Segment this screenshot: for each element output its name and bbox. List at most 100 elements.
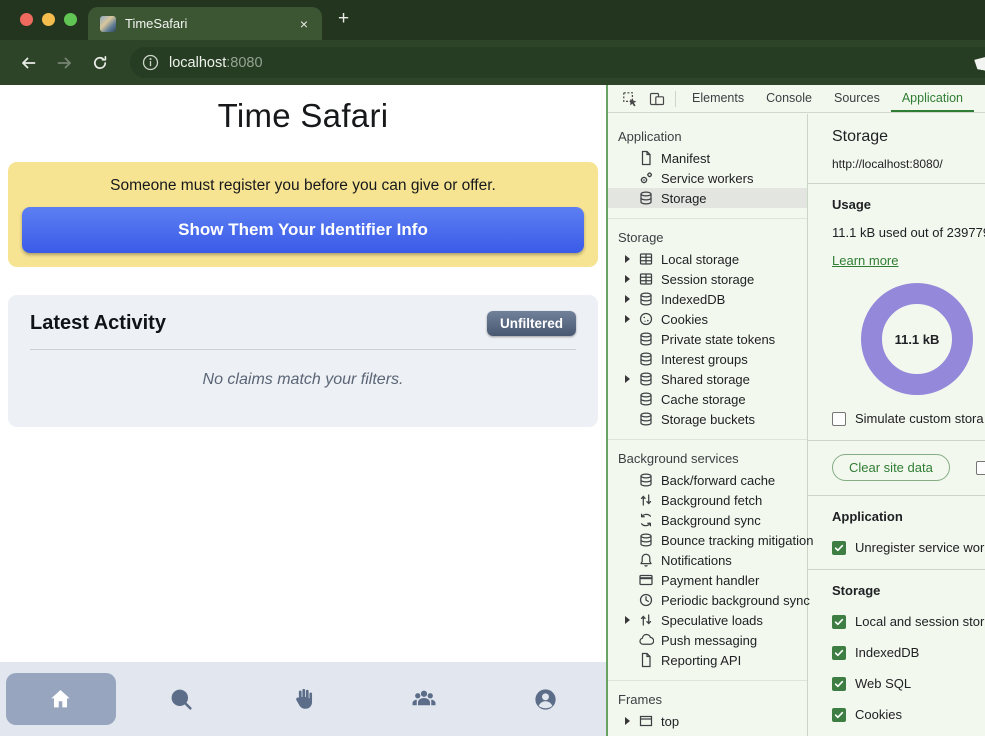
page-title: Time Safari <box>0 97 606 135</box>
table-icon <box>638 271 654 287</box>
payment-card-icon <box>638 572 654 588</box>
forward-button[interactable] <box>50 55 78 71</box>
nav-give[interactable] <box>242 686 363 712</box>
database-icon <box>638 391 654 407</box>
inspect-element-icon[interactable] <box>616 91 643 107</box>
tree-section-background-services: Background services Back/forward cache B… <box>608 439 807 680</box>
home-icon <box>47 686 74 713</box>
tree-item-speculative-loads[interactable]: Speculative loads <box>608 610 807 630</box>
learn-more-link[interactable]: Learn more <box>832 253 898 268</box>
usage-section: Usage 11.1 kB used out of 239779 Learn m… <box>808 183 985 440</box>
expand-arrow-icon[interactable] <box>625 255 630 263</box>
minimize-window-button[interactable] <box>42 13 55 26</box>
tab-favicon <box>100 16 116 32</box>
show-identifier-button[interactable]: Show Them Your Identifier Info <box>22 207 584 253</box>
tree-header: Storage <box>608 227 807 249</box>
url-bar[interactable]: localhost:8080 <box>130 47 985 78</box>
tab-sources[interactable]: Sources <box>823 85 891 112</box>
include-checkbox[interactable] <box>976 461 985 475</box>
tab-application[interactable]: Application <box>891 85 974 112</box>
local-session-storage-row: Local and session stor <box>832 614 985 629</box>
cookies-checkbox[interactable] <box>832 708 846 722</box>
new-tab-button[interactable]: + <box>338 8 349 30</box>
bottom-navigation <box>0 662 606 736</box>
tree-item-background-sync[interactable]: Background sync <box>608 510 807 530</box>
nav-home[interactable] <box>0 673 121 725</box>
nav-contacts[interactable] <box>364 684 485 714</box>
tree-item-reporting-api[interactable]: Reporting API <box>608 650 807 670</box>
database-icon <box>638 291 654 307</box>
cookie-icon <box>638 311 654 327</box>
simulate-storage-row: Simulate custom stora <box>832 411 985 426</box>
tree-item-storage-buckets[interactable]: Storage buckets <box>608 409 807 429</box>
tree-item-background-fetch[interactable]: Background fetch <box>608 490 807 510</box>
database-icon <box>638 351 654 367</box>
unregister-sw-row: Unregister service wor <box>832 540 985 555</box>
tab-title: TimeSafari <box>125 16 289 31</box>
expand-arrow-icon[interactable] <box>625 275 630 283</box>
local-session-storage-checkbox[interactable] <box>832 615 846 629</box>
browser-tab[interactable]: TimeSafari × <box>88 7 322 40</box>
tree-item-periodic-background-sync[interactable]: Periodic background sync <box>608 590 807 610</box>
tree-item-manifest[interactable]: Manifest <box>608 148 807 168</box>
expand-arrow-icon[interactable] <box>625 375 630 383</box>
back-button[interactable] <box>14 55 42 71</box>
tab-strip: TimeSafari × + <box>0 0 985 40</box>
tab-close-icon[interactable]: × <box>298 16 310 32</box>
tree-item-interest-groups[interactable]: Interest groups <box>608 349 807 369</box>
nav-search[interactable] <box>121 686 242 713</box>
frame-icon <box>638 713 654 729</box>
database-icon <box>638 472 654 488</box>
arrows-up-down-icon <box>638 612 654 628</box>
tree-item-local-storage[interactable]: Local storage <box>608 249 807 269</box>
site-info-icon[interactable] <box>142 54 159 71</box>
indexeddb-checkbox[interactable] <box>832 646 846 660</box>
gears-icon <box>638 170 654 186</box>
nav-profile[interactable] <box>485 686 606 713</box>
tab-console[interactable]: Console <box>755 85 823 112</box>
usage-heading: Usage <box>832 197 985 212</box>
device-toolbar-icon[interactable] <box>643 91 670 107</box>
indexeddb-row: IndexedDB <box>832 645 985 660</box>
tree-header: Frames <box>608 689 807 711</box>
application-section: Application Unregister service wor <box>808 495 985 569</box>
tree-item-push-messaging[interactable]: Push messaging <box>608 630 807 650</box>
url-host: localhost <box>169 55 226 71</box>
tab-elements[interactable]: Elements <box>681 85 755 112</box>
origin-url: http://localhost:8080/ <box>832 157 985 171</box>
expand-arrow-icon[interactable] <box>625 616 630 624</box>
expand-arrow-icon[interactable] <box>625 315 630 323</box>
expand-arrow-icon[interactable] <box>625 717 630 725</box>
tree-item-cookies[interactable]: Cookies <box>608 309 807 329</box>
bell-icon <box>638 552 654 568</box>
tree-item-payment-handler[interactable]: Payment handler <box>608 570 807 590</box>
tree-item-cache-storage[interactable]: Cache storage <box>608 389 807 409</box>
tree-item-shared-storage[interactable]: Shared storage <box>608 369 807 389</box>
detail-title: Storage <box>832 128 985 146</box>
activity-divider <box>30 349 576 350</box>
filter-button[interactable]: Unfiltered <box>487 311 576 336</box>
tree-section-application: Application Manifest Service workers Sto… <box>608 118 807 218</box>
clear-site-data-button[interactable]: Clear site data <box>832 454 950 481</box>
simulate-storage-checkbox[interactable] <box>832 412 846 426</box>
unregister-sw-checkbox[interactable] <box>832 541 846 555</box>
close-window-button[interactable] <box>20 13 33 26</box>
hand-icon <box>290 686 316 712</box>
tree-item-back-forward-cache[interactable]: Back/forward cache <box>608 470 807 490</box>
tree-item-notifications[interactable]: Notifications <box>608 550 807 570</box>
expand-arrow-icon[interactable] <box>625 295 630 303</box>
reload-button[interactable] <box>86 55 114 71</box>
storage-section-heading: Storage <box>832 583 985 598</box>
table-icon <box>638 251 654 267</box>
storage-header: Storage http://localhost:8080/ <box>808 114 985 183</box>
tree-item-bounce-tracking-mitigation[interactable]: Bounce tracking mitigation <box>608 530 807 550</box>
tree-item-storage[interactable]: Storage <box>608 188 807 208</box>
tree-item-private-state-tokens[interactable]: Private state tokens <box>608 329 807 349</box>
app-viewport: Time Safari Someone must register you be… <box>0 85 606 736</box>
tree-item-session-storage[interactable]: Session storage <box>608 269 807 289</box>
tree-item-service-workers[interactable]: Service workers <box>608 168 807 188</box>
maximize-window-button[interactable] <box>64 13 77 26</box>
tree-item-indexeddb[interactable]: IndexedDB <box>608 289 807 309</box>
tree-item-top-frame[interactable]: top <box>608 711 807 731</box>
websql-checkbox[interactable] <box>832 677 846 691</box>
